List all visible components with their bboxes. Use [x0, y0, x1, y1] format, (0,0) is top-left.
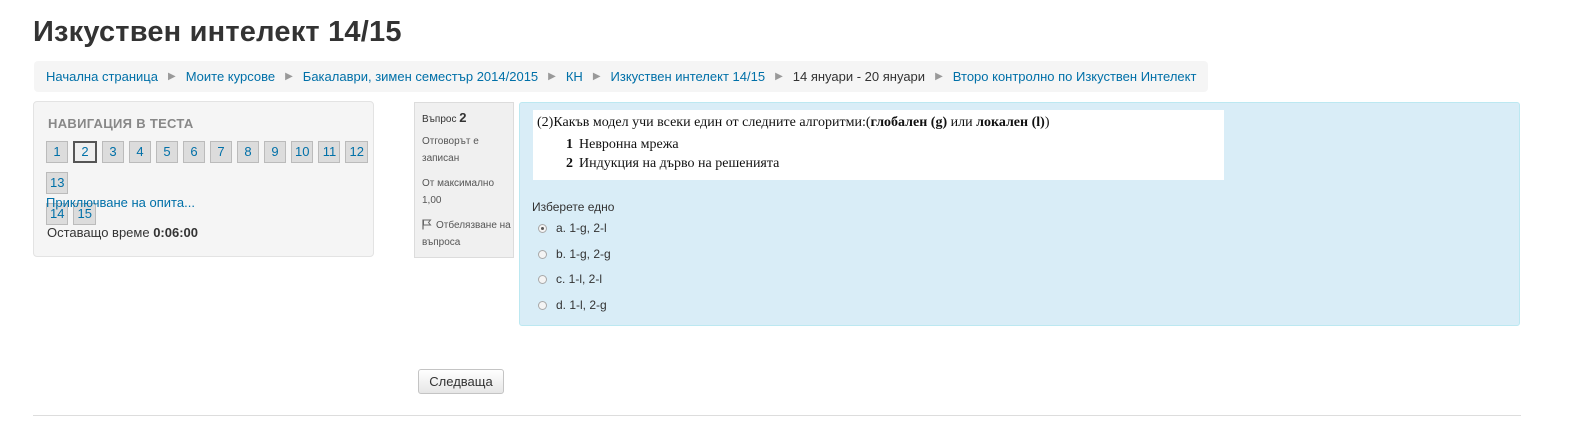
- quiz-navigation-block: НАВИГАЦИЯ В ТЕСТА 1 2 3 4 5 6 7 8 9 10 11 1213 14 15 …: [33, 101, 374, 257]
- question-text: (2)Какъв модел учи всеки един от следнит…: [533, 110, 1224, 180]
- question-button-2-current[interactable]: 2: [73, 141, 97, 163]
- question-button-6[interactable]: 6: [183, 141, 205, 163]
- question-button-4[interactable]: 4: [129, 141, 151, 163]
- flag-question-toggle[interactable]: Отбелязване на въпроса: [422, 217, 512, 251]
- answer-option-label[interactable]: d. 1-l, 2-g: [556, 298, 607, 312]
- question-button-7[interactable]: 7: [210, 141, 232, 163]
- question-info-panel: Въпрос 2 Отговорът е записан От максимал…: [414, 102, 514, 258]
- breadcrumb-separator-icon: ▶: [592, 71, 601, 82]
- breadcrumb-category[interactable]: Бакалаври, зимен семестър 2014/2015: [303, 69, 538, 84]
- question-max-grade: От максимално 1,00: [422, 178, 495, 206]
- question-button-9[interactable]: 9: [264, 141, 286, 163]
- question-button-8[interactable]: 8: [237, 141, 259, 163]
- question-number: Въпрос 2: [422, 109, 466, 128]
- question-button-3[interactable]: 3: [102, 141, 124, 163]
- question-text-local: локален (l): [976, 115, 1045, 130]
- flag-icon: [422, 219, 432, 230]
- breadcrumb-kn[interactable]: КН: [566, 69, 583, 84]
- flag-question-label: Отбелязване на въпроса: [422, 220, 511, 248]
- radio-button[interactable]: [538, 249, 547, 259]
- question-button-12[interactable]: 12: [345, 141, 368, 163]
- answer-option-label[interactable]: a. 1-g, 2-l: [556, 221, 607, 235]
- timer-value: 0:06:00: [153, 225, 199, 240]
- finish-attempt-link[interactable]: Приключване на опита...: [46, 195, 195, 210]
- breadcrumb-separator-icon: ▶: [935, 71, 943, 82]
- question-text-suffix: ): [1044, 115, 1050, 130]
- answer-option-c[interactable]: c. 1-l, 2-l: [538, 272, 602, 286]
- answer-option-d[interactable]: d. 1-l, 2-g: [538, 298, 607, 312]
- radio-button[interactable]: [538, 274, 547, 284]
- question-item-number: 2: [566, 156, 573, 171]
- footer-divider: [33, 415, 1521, 416]
- answer-option-b[interactable]: b. 1-g, 2-g: [538, 247, 611, 261]
- question-number-value: 2: [459, 110, 467, 125]
- next-page-button[interactable]: Следваща: [418, 369, 504, 394]
- question-text-global: глобален (g): [870, 115, 948, 130]
- question-content: (2)Какъв модел учи всеки един от следнит…: [519, 102, 1520, 326]
- question-number-label: Въпрос: [422, 114, 457, 125]
- question-text-prefix: (2)Какъв модел учи всеки един от следнит…: [537, 115, 871, 130]
- breadcrumb-home[interactable]: Начална страница: [46, 69, 158, 84]
- breadcrumb-separator-icon: ▶: [548, 71, 556, 82]
- breadcrumb-quiz[interactable]: Второ контролно по Изкуствен Интелект: [953, 69, 1197, 84]
- question-item-number: 1: [566, 137, 573, 152]
- breadcrumb-my-courses[interactable]: Моите курсове: [186, 69, 275, 84]
- answer-option-label[interactable]: b. 1-g, 2-g: [556, 247, 611, 261]
- page-title: Изкуствен интелект 14/15: [33, 16, 402, 48]
- question-button-5[interactable]: 5: [156, 141, 178, 163]
- breadcrumb-separator-icon: ▶: [775, 71, 783, 82]
- question-state: Отговорът е записан: [422, 136, 479, 164]
- answer-option-label[interactable]: c. 1-l, 2-l: [556, 272, 602, 286]
- radio-button[interactable]: [538, 300, 547, 310]
- quiz-navigation-title: НАВИГАЦИЯ В ТЕСТА: [48, 116, 194, 131]
- question-item: 1 Невронна мрежа: [560, 137, 679, 153]
- breadcrumb: Начална страница ▶ Моите курсове ▶ Бакал…: [34, 61, 1209, 92]
- question-button-11[interactable]: 11: [318, 141, 341, 163]
- breadcrumb-course[interactable]: Изкуствен интелект 14/15: [611, 69, 766, 84]
- radio-button-selected[interactable]: [538, 223, 547, 233]
- timer-label: Оставащо време: [47, 225, 150, 240]
- breadcrumb-separator-icon: ▶: [167, 71, 176, 82]
- question-button-1[interactable]: 1: [46, 141, 68, 163]
- question-item-text: Невронна мрежа: [579, 137, 679, 152]
- question-buttons: 1 2 3 4 5 6 7 8 9 10 11 1213 14 15: [46, 141, 376, 234]
- breadcrumb-separator-icon: ▶: [285, 71, 293, 82]
- answer-option-a[interactable]: a. 1-g, 2-l: [538, 221, 607, 235]
- question-item: 2 Индукция на дърво на решенията: [560, 156, 779, 172]
- answer-prompt: Изберете едно: [532, 200, 615, 214]
- question-item-text: Индукция на дърво на решенията: [579, 156, 780, 171]
- question-text-mid: или: [947, 115, 977, 130]
- breadcrumb-section: 14 януари - 20 януари: [792, 69, 926, 84]
- question-button-10[interactable]: 10: [291, 141, 314, 163]
- question-button-13[interactable]: 13: [46, 172, 69, 194]
- quiz-timer: Оставащо време 0:06:00: [47, 225, 198, 240]
